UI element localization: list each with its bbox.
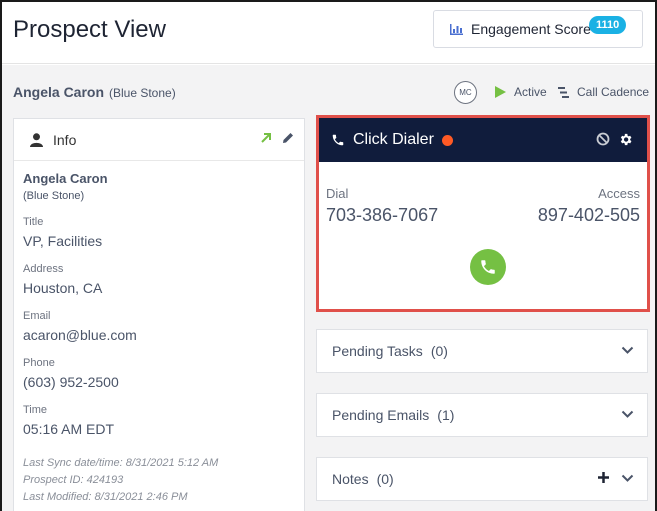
access-label: Access	[598, 186, 640, 201]
info-prospect-name: Angela Caron	[23, 171, 108, 186]
info-card-title: Info	[53, 131, 77, 148]
pending-emails-count: (1)	[437, 407, 455, 423]
title-value: VP, Facilities	[23, 233, 103, 249]
last-sync-text: Last Sync date/time: 8/31/2021 5:12 AM	[23, 457, 219, 469]
dialer-status-dot	[441, 134, 453, 146]
info-card-body: Angela Caron (Blue Stone) Title VP, Faci…	[14, 161, 304, 511]
email-label: Email	[23, 310, 51, 322]
chevron-down-icon[interactable]	[621, 410, 634, 419]
dial-label: Dial	[326, 186, 349, 201]
active-status-button[interactable]: Active	[495, 85, 547, 99]
engagement-score-button[interactable]: Engagement Score 1110	[433, 10, 643, 48]
call-cadence-button[interactable]: Call Cadence	[558, 85, 649, 99]
engagement-score-label: Engagement Score	[471, 21, 591, 37]
click-dialer-header: Click Dialer	[319, 118, 647, 162]
dial-number[interactable]: 703-386-7067	[326, 205, 438, 226]
pending-tasks-count: (0)	[430, 343, 448, 359]
bar-chart-icon	[450, 23, 463, 35]
open-external-icon[interactable]	[260, 132, 272, 144]
info-card-header: Info	[14, 119, 304, 161]
title-label: Title	[23, 216, 44, 228]
call-cadence-label: Call Cadence	[577, 85, 650, 99]
phone-value[interactable]: (603) 952-2500	[23, 374, 295, 390]
click-dialer-title: Click Dialer	[353, 131, 434, 148]
pending-emails-section[interactable]: Pending Emails (1)	[316, 393, 648, 437]
phone-icon	[481, 260, 495, 274]
cadence-list-icon	[558, 86, 569, 98]
info-card: Info Angela Caron (Blue Stone) Title VP,…	[13, 118, 305, 511]
prospect-view-window: Prospect View Engagement Score 1110 Ange…	[0, 0, 657, 511]
block-icon[interactable]	[596, 132, 610, 146]
page-title: Prospect View	[13, 16, 166, 43]
notes-count: (0)	[376, 471, 394, 487]
access-number[interactable]: 897-402-505	[538, 205, 640, 226]
edit-pencil-icon[interactable]	[282, 132, 294, 144]
pending-tasks-section[interactable]: Pending Tasks (0)	[316, 329, 648, 373]
notes-section[interactable]: Notes (0)	[316, 457, 648, 501]
owner-avatar[interactable]: MC	[454, 81, 477, 104]
time-label: Time	[23, 404, 48, 416]
call-button[interactable]	[470, 249, 506, 285]
pending-emails-label: Pending Emails	[332, 407, 430, 423]
info-prospect-company: (Blue Stone)	[23, 190, 85, 202]
play-icon	[495, 86, 506, 98]
add-note-icon[interactable]	[597, 471, 610, 484]
user-icon	[30, 132, 43, 147]
phone-icon	[332, 134, 344, 146]
prospect-company: (Blue Stone)	[109, 86, 176, 100]
email-value[interactable]: acaron@blue.com	[23, 327, 295, 343]
engagement-score-badge: 1110	[589, 16, 627, 34]
pending-tasks-label: Pending Tasks	[332, 343, 423, 359]
notes-label: Notes	[332, 471, 369, 487]
address-value: Houston, CA	[23, 280, 103, 296]
chevron-down-icon[interactable]	[621, 346, 634, 355]
time-value: 05:16 AM EDT	[23, 421, 115, 437]
active-status-label: Active	[514, 85, 547, 99]
click-dialer-panel: Click Dialer Dial 703-386-7067 Access 89…	[316, 115, 650, 312]
chevron-down-icon[interactable]	[621, 474, 634, 483]
last-modified-text: Last Modified: 8/31/2021 2:46 PM	[23, 491, 188, 503]
address-label: Address	[23, 263, 64, 275]
top-bar: Prospect View Engagement Score 1110	[2, 2, 655, 64]
prospect-id-text: Prospect ID: 424193	[23, 474, 124, 486]
phone-label: Phone	[23, 357, 55, 369]
gear-icon[interactable]	[618, 132, 633, 147]
prospect-name: Angela Caron	[13, 84, 105, 100]
